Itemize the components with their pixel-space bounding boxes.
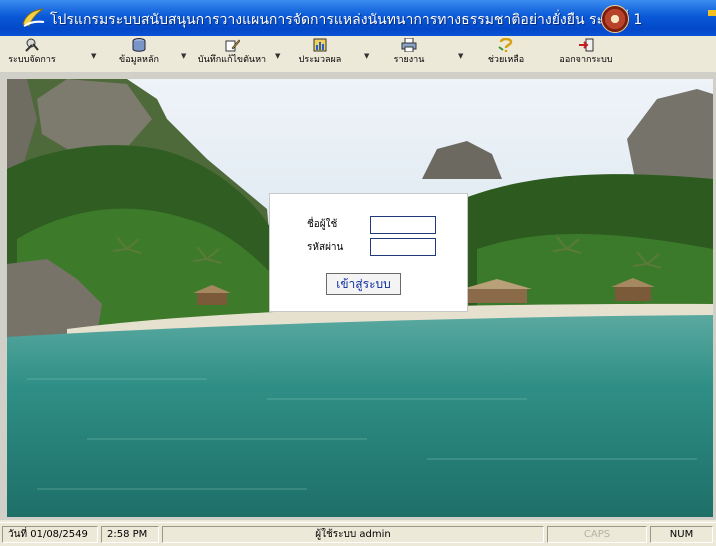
- menu-label: ข้อมูลหลัก: [119, 55, 159, 65]
- chevron-down-icon[interactable]: ▼: [91, 52, 96, 60]
- status-current-user: ผู้ใช้ระบบ admin: [162, 526, 544, 543]
- status-time: 2:58 PM: [101, 526, 159, 543]
- window-title: โปรแกรมระบบสนับสนุนการวางแผนการจัดการแหล…: [50, 12, 643, 28]
- menu-label: ช่วยเหลือ: [487, 55, 525, 65]
- edit-record-icon: [225, 39, 240, 52]
- menu-report[interactable]: รายงาน: [384, 37, 434, 70]
- menu-process[interactable]: ประมวลผล: [289, 37, 351, 70]
- exit-icon: [579, 38, 594, 52]
- app-logo-icon: [22, 8, 45, 27]
- process-icon: [313, 38, 327, 52]
- login-button[interactable]: เข้าสู่ระบบ: [326, 273, 401, 295]
- title-bar: โปรแกรมระบบสนับสนุนการวางแผนการจัดการแหล…: [0, 0, 716, 36]
- status-bar: วันที่ 01/08/2549 2:58 PM ผู้ใช้ระบบ adm…: [0, 522, 716, 546]
- menu-label: ประมวลผล: [298, 55, 342, 65]
- menu-label: รายงาน: [393, 55, 425, 65]
- password-label: รหัสผ่าน: [307, 242, 344, 253]
- status-num-lock: NUM: [650, 526, 713, 543]
- username-input[interactable]: [370, 216, 436, 234]
- menu-help[interactable]: ช่วยเหลือ: [476, 37, 536, 70]
- username-label: ชื่อผู้ใช้: [307, 219, 338, 230]
- database-icon: [132, 38, 146, 52]
- menu-label: ระบบจัดการ: [8, 55, 56, 65]
- status-caps-lock: CAPS: [547, 526, 647, 543]
- admin-tools-icon: [25, 38, 39, 52]
- chevron-down-icon[interactable]: ▼: [364, 52, 369, 60]
- main-menu-toolbar: ระบบจัดการ ▼ ข้อมูลหลัก ▼ บันทึกแก้ไขตัน…: [0, 36, 716, 73]
- menu-system-admin[interactable]: ระบบจัดการ: [4, 37, 60, 70]
- password-input[interactable]: [370, 238, 436, 256]
- status-date: วันที่ 01/08/2549: [2, 526, 98, 543]
- menu-master-data[interactable]: ข้อมูลหลัก: [108, 37, 170, 70]
- menu-logout[interactable]: ออกจากระบบ: [552, 37, 620, 70]
- chevron-down-icon[interactable]: ▼: [458, 52, 463, 60]
- menu-label: บันทึกแก้ไขตันหา: [197, 55, 267, 65]
- minimize-button[interactable]: [708, 10, 716, 16]
- chevron-down-icon[interactable]: ▼: [275, 52, 280, 60]
- organization-seal-icon: [601, 5, 629, 33]
- chevron-down-icon[interactable]: ▼: [181, 52, 186, 60]
- menu-label: ออกจากระบบ: [559, 55, 613, 65]
- help-icon: [498, 38, 513, 52]
- printer-icon: [401, 38, 417, 52]
- menu-edit-record[interactable]: บันทึกแก้ไขตันหา: [190, 37, 274, 70]
